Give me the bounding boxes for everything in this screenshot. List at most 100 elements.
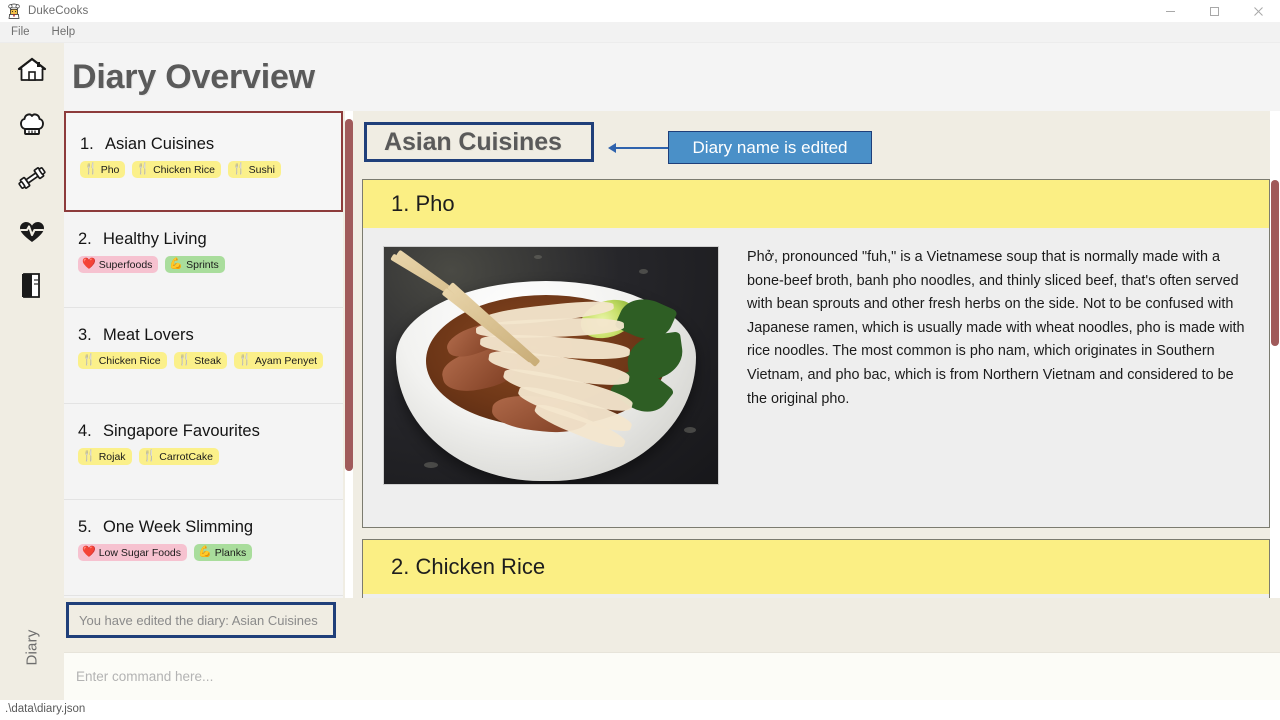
rail-item-home[interactable] [0, 43, 64, 97]
heart-pulse-icon [18, 219, 46, 245]
diary-tag: 💪 Sprints [165, 256, 225, 273]
result-display-row: You have edited the diary: Asian Cuisine… [64, 598, 1280, 652]
diary-tag: 🍴 Steak [173, 352, 228, 369]
diary-tag-label: CarrotCake [159, 450, 213, 463]
diary-tag: 🍴 Ayam Penyet [234, 352, 324, 369]
diary-list-item-name: Singapore Favourites [103, 422, 260, 440]
diary-tag: 💪 Planks [194, 544, 253, 561]
diary-book-icon [19, 272, 45, 300]
diary-tag-label: Sprints [186, 258, 219, 271]
diary-list-item-number: 1. [80, 135, 94, 153]
diary-entry-card: 2. Chicken Rice [362, 539, 1270, 598]
entry-heading: 2. Chicken Rice [363, 540, 1269, 594]
diary-list-item[interactable]: 5. One Week Slimming ❤️ Low Sugar Foods 💪 Pla… [64, 500, 343, 596]
entry-heading-text: 1. Pho [391, 191, 455, 216]
diary-tag: ❤️ Superfoods [78, 256, 159, 273]
diary-list-item-number: 4. [78, 422, 92, 440]
vertical-tab-diary[interactable]: Diary [0, 607, 64, 687]
rail-item-health[interactable] [0, 205, 64, 259]
diary-tag-label: Chicken Rice [153, 163, 215, 176]
dukecooks-window: DukeCooks File Help Diary Diary Overview… [0, 0, 1280, 720]
diary-name-text: Asian Cuisines [384, 127, 562, 156]
app-title: DukeCooks [28, 5, 89, 17]
minimize-button[interactable] [1148, 0, 1192, 22]
diary-tag-label: Rojak [98, 450, 126, 463]
diary-list-item[interactable]: 3. Meat Lovers 🍴 Chicken Rice 🍴 Steak 🍴 Ayam Pe… [64, 308, 343, 404]
status-bar-path: .\data\diary.json [5, 703, 86, 715]
rail-item-workout[interactable] [0, 151, 64, 205]
diary-tag: 🍴 Chicken Rice [132, 161, 221, 178]
diary-list-item-number: 2. [78, 230, 92, 248]
diary-tag-label: Low Sugar Foods [98, 546, 182, 559]
flexed-biceps-icon: 💪 [198, 546, 212, 558]
diary-list-item-number: 3. [78, 326, 92, 344]
vertical-tab-label: Diary [23, 628, 41, 666]
heart-icon: ❤️ [82, 546, 96, 558]
diary-name-annotation-arrow [608, 143, 616, 153]
pho-bowl-photo [383, 246, 719, 485]
window-title-bar: DukeCooks [0, 0, 1280, 22]
diary-list-item[interactable]: 4. Singapore Favourites 🍴 Rojak 🍴 CarrotCake [64, 404, 343, 500]
diary-tag-label: Ayam Penyet [254, 354, 318, 367]
status-bar: .\data\diary.json [0, 700, 1280, 720]
entry-description: Phở, pronounced "fuh," is a Vietnamese s… [747, 249, 1245, 407]
diary-list-scrollbar-thumb[interactable] [345, 119, 353, 471]
diary-name-field: Asian Cuisines [364, 122, 594, 162]
diary-list-item-tags: 🍴 Pho 🍴 Chicken Rice 🍴 Sushi [80, 161, 327, 178]
diary-list-item-tags: 🍴 Chicken Rice 🍴 Steak 🍴 Ayam Penyet [78, 352, 329, 369]
diary-name-annotation-label: Diary name is edited [692, 137, 848, 157]
diary-tag: ❤️ Low Sugar Foods [78, 544, 188, 561]
diary-tag-label: Superfoods [98, 258, 153, 271]
diary-list-item-name: Meat Lovers [103, 326, 194, 344]
maximize-button[interactable] [1192, 0, 1236, 22]
window-controls [1148, 0, 1280, 22]
diary-list-item[interactable]: 2. Healthy Living ❤️ Superfoods 💪 Sprints [64, 212, 343, 308]
diary-entry-card: 1. Pho Phở, pronounced "fuh," is a Vietn… [362, 179, 1270, 528]
diary-tag: 🍴 Rojak [78, 448, 132, 465]
diary-tag-label: Pho [100, 163, 120, 176]
result-display-text: You have edited the diary: Asian Cuisine… [79, 612, 318, 628]
command-box-placeholder: Enter command here... [76, 669, 214, 684]
diary-tag: 🍴 Sushi [227, 161, 281, 178]
fork-knife-icon: 🍴 [82, 354, 96, 366]
chef-hat-icon [17, 110, 47, 138]
entry-heading: 1. Pho [363, 180, 1269, 228]
duke-chef-icon [6, 3, 22, 19]
rail-item-recipes[interactable] [0, 97, 64, 151]
diary-detail-pane: Asian Cuisines 1. Pho Phở, pronounced "f… [356, 111, 1280, 598]
diary-list-item-title: 3. Meat Lovers [78, 326, 329, 345]
fork-knife-icon: 🍴 [136, 163, 151, 175]
fork-knife-icon: 🍴 [238, 354, 252, 366]
fork-knife-icon: 🍴 [84, 163, 98, 175]
diary-name-annotation-line [616, 147, 668, 149]
diary-tag-label: Steak [194, 354, 222, 367]
menu-help[interactable]: Help [41, 22, 87, 42]
diary-tag: 🍴 Pho [80, 161, 126, 178]
diary-list-item-name: One Week Slimming [103, 518, 254, 536]
diary-tag-label: Sushi [248, 163, 275, 176]
page-title: Diary Overview [72, 58, 315, 96]
dumbbell-icon [17, 164, 47, 192]
rail-item-diary[interactable] [0, 259, 64, 313]
diary-list-panel: 1. Asian Cuisines 🍴 Pho 🍴 Chicken Rice 🍴 Sushi 2… [64, 111, 343, 598]
detail-scrollbar-thumb[interactable] [1271, 180, 1279, 346]
fork-knife-icon: 🍴 [231, 163, 246, 175]
diary-list-item-number: 5. [78, 518, 92, 536]
entry-body: Phở, pronounced "fuh," is a Vietnamese s… [363, 228, 1269, 507]
diary-list-item-tags: 🍴 Rojak 🍴 CarrotCake [78, 448, 329, 465]
home-icon [17, 56, 47, 84]
diary-list-item[interactable]: 1. Asian Cuisines 🍴 Pho 🍴 Chicken Rice 🍴 Sushi [64, 111, 343, 212]
diary-tag-label: Planks [214, 546, 247, 559]
diary-list-item-title: 1. Asian Cuisines [80, 135, 327, 154]
menu-file[interactable]: File [0, 22, 41, 42]
diary-list-item-name: Asian Cuisines [105, 135, 215, 153]
close-button[interactable] [1236, 0, 1280, 22]
diary-name-annotation: Diary name is edited [668, 131, 872, 164]
command-box[interactable]: Enter command here... [64, 652, 1280, 701]
result-display-box: You have edited the diary: Asian Cuisine… [66, 602, 336, 638]
entry-heading-text: 2. Chicken Rice [391, 554, 546, 579]
diary-tag: 🍴 Chicken Rice [78, 352, 167, 369]
menu-bar: File Help [0, 22, 1280, 43]
fork-knife-icon: 🍴 [142, 450, 157, 462]
diary-tag-label: Chicken Rice [98, 354, 161, 367]
